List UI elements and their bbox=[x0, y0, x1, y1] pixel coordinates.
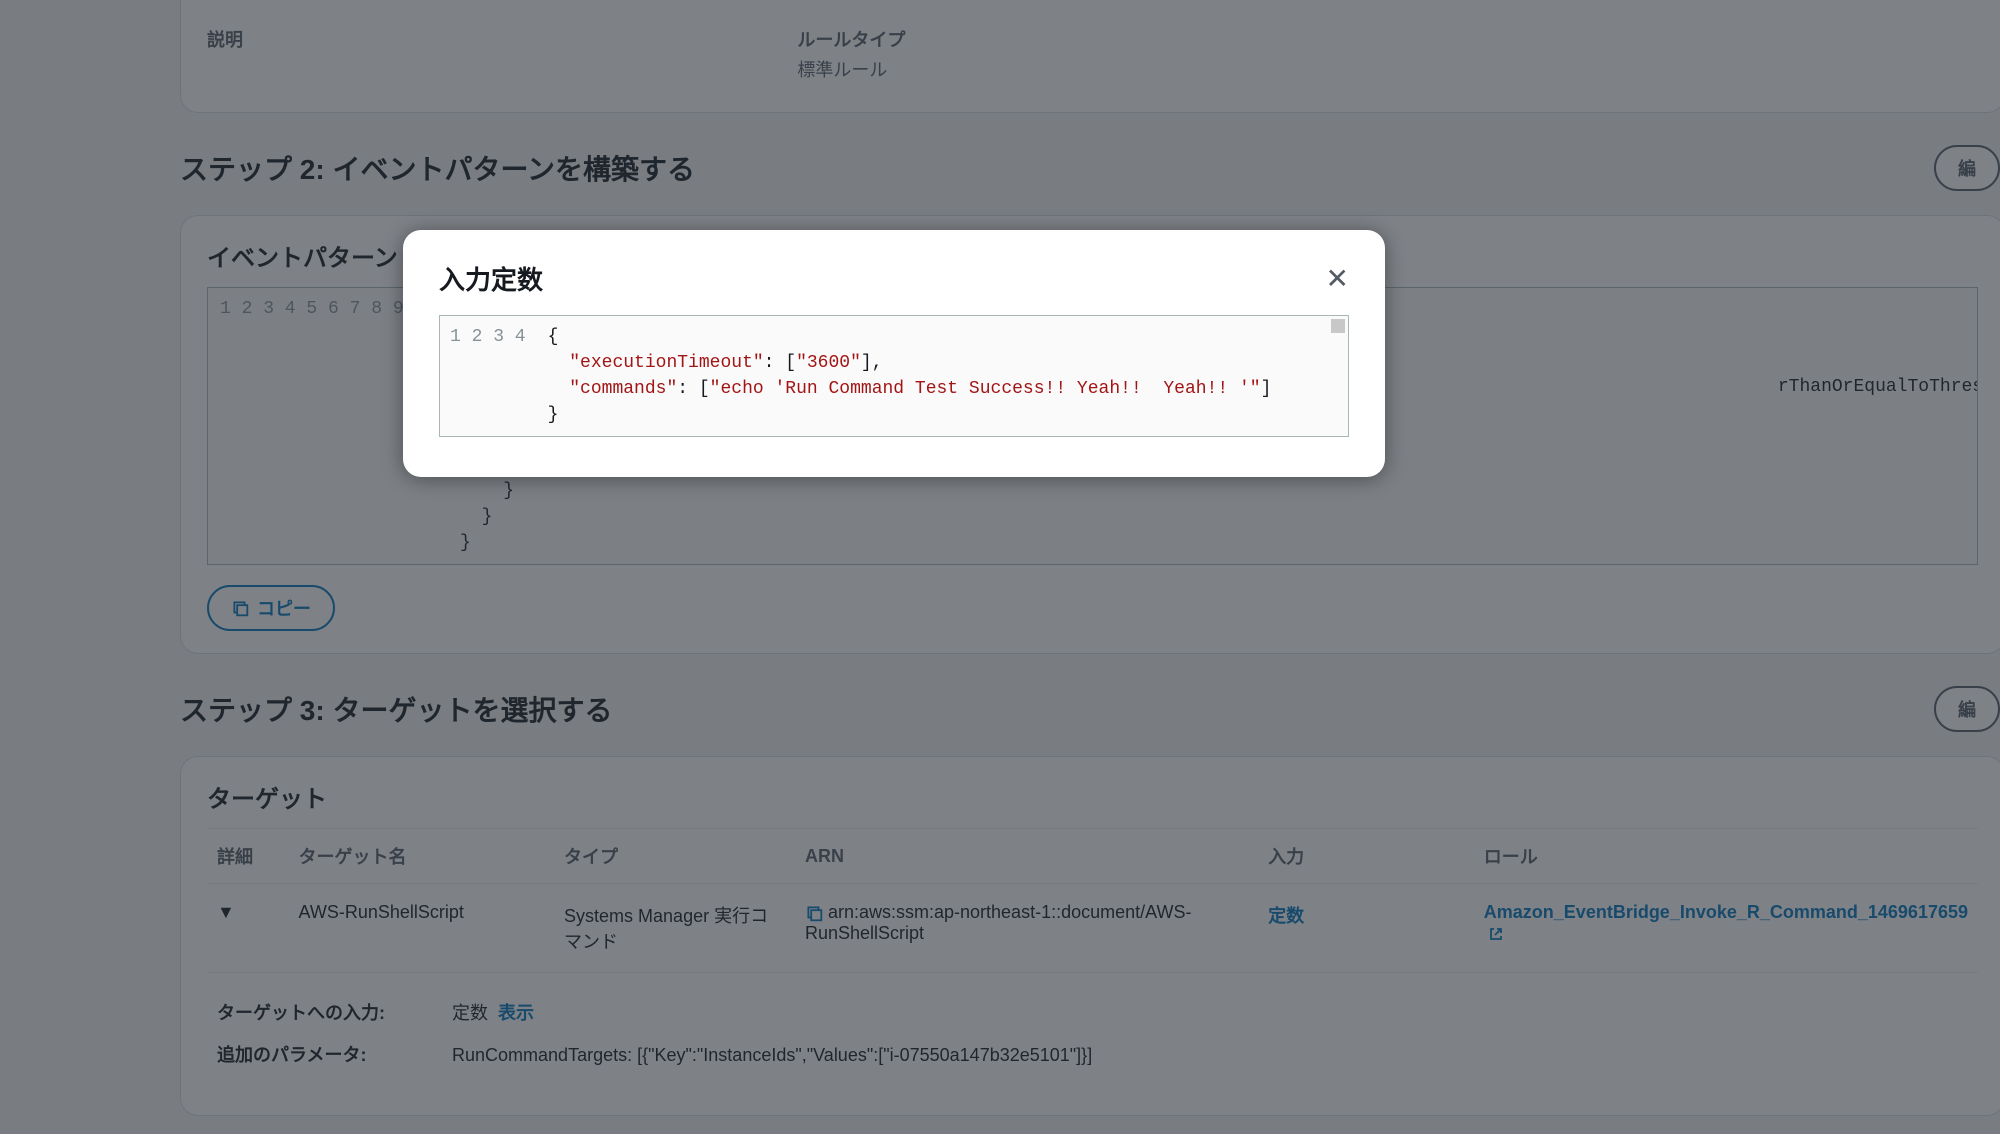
modal-code-editor[interactable]: 1 2 3 4 { "executionTimeout": ["3600"], … bbox=[439, 315, 1349, 437]
input-constant-modal: 入力定数 ✕ 1 2 3 4 { "executionTimeout": ["3… bbox=[403, 230, 1385, 477]
modal-close-button[interactable]: ✕ bbox=[1326, 265, 1349, 293]
modal-title: 入力定数 bbox=[439, 260, 543, 297]
close-icon: ✕ bbox=[1326, 263, 1349, 294]
code-scrollbar[interactable] bbox=[1331, 319, 1345, 333]
modal-overlay[interactable] bbox=[0, 0, 2000, 1134]
